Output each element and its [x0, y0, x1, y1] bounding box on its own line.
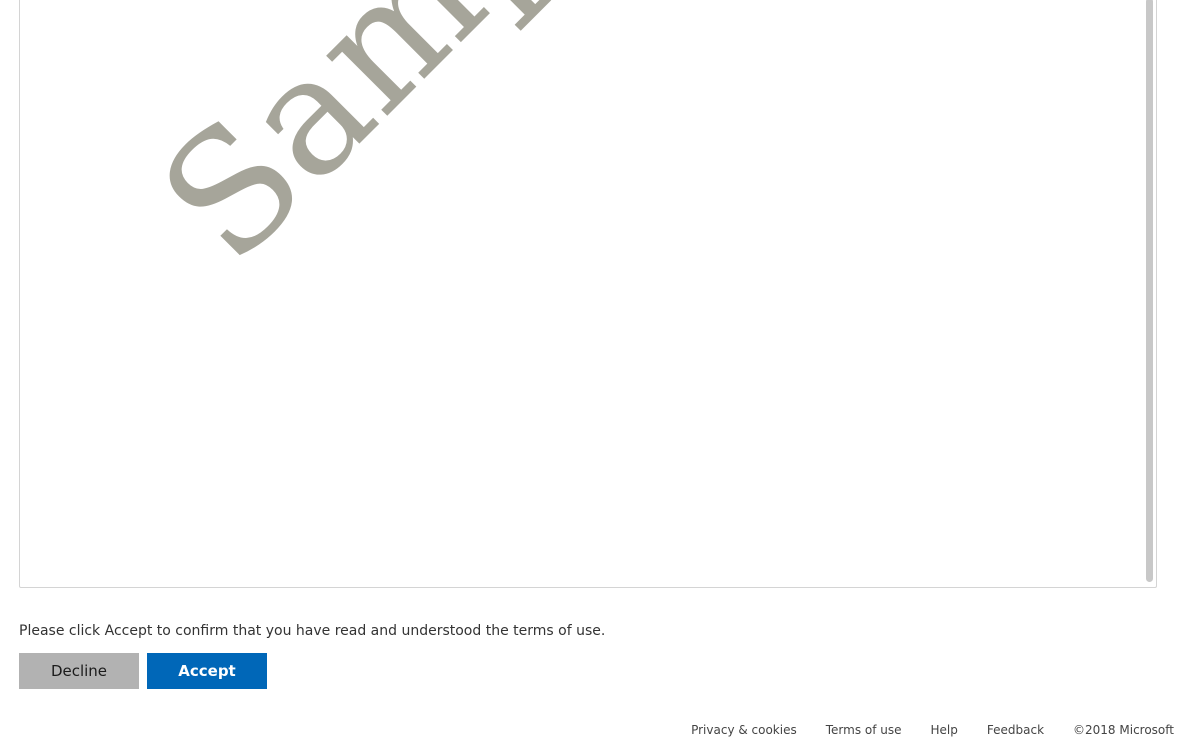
footer-link-privacy[interactable]: Privacy & cookies — [691, 722, 797, 738]
page-footer: Privacy & cookies Terms of use Help Feed… — [691, 722, 1174, 738]
watermark-text: Sample — [125, 0, 702, 298]
accept-instructions: Please click Accept to confirm that you … — [19, 623, 606, 639]
footer-copyright: ©2018 Microsoft — [1073, 723, 1174, 737]
sample-watermark: Sample — [125, 0, 702, 298]
scrollbar-thumb[interactable] — [1146, 0, 1153, 582]
document-page: Sample — [20, 0, 1144, 586]
document-scrollbar[interactable] — [1144, 0, 1156, 586]
footer-link-feedback[interactable]: Feedback — [987, 722, 1044, 738]
footer-link-terms[interactable]: Terms of use — [826, 722, 902, 738]
footer-link-help[interactable]: Help — [931, 722, 958, 738]
terms-of-use-page: Sample Please click Accept to confirm th… — [0, 0, 1192, 747]
decline-button[interactable]: Decline — [19, 653, 139, 689]
terms-document-viewer[interactable]: Sample — [19, 0, 1157, 588]
accept-button[interactable]: Accept — [147, 653, 267, 689]
